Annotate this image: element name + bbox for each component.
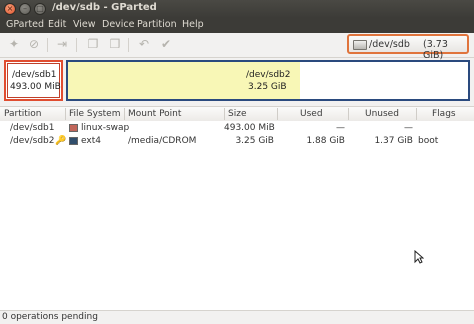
column-separator bbox=[277, 108, 278, 120]
cell-used: 1.88 GiB bbox=[306, 136, 345, 146]
mouse-cursor-icon bbox=[414, 250, 424, 264]
partition-block-sdb2[interactable]: /dev/sdb2 3.25 GiB bbox=[66, 60, 470, 101]
cell-size: 3.25 GiB bbox=[235, 136, 274, 146]
new-partition-icon[interactable]: ✦ bbox=[7, 37, 21, 51]
column-header-flags[interactable]: Flags bbox=[432, 109, 456, 119]
cell-unused: — bbox=[404, 123, 413, 133]
menu-partition[interactable]: Partition bbox=[137, 19, 177, 30]
cell-unused: 1.37 GiB bbox=[374, 136, 413, 146]
column-separator bbox=[416, 108, 417, 120]
menu-edit[interactable]: Edit bbox=[48, 19, 66, 30]
mounted-key-icon: 🔑 bbox=[55, 136, 67, 146]
operations-pending-text: 0 operations pending bbox=[2, 312, 98, 322]
partition-size: 3.25 GiB bbox=[248, 82, 287, 92]
cell-filesystem: linux-swap bbox=[81, 123, 130, 133]
harddisk-icon bbox=[353, 40, 367, 50]
minimize-window-button[interactable]: – bbox=[19, 3, 31, 15]
column-separator bbox=[65, 108, 66, 120]
column-separator bbox=[348, 108, 349, 120]
partition-size: 493.00 MiB bbox=[10, 82, 61, 92]
undo-icon[interactable]: ↶ bbox=[137, 37, 151, 51]
toolbar-separator bbox=[47, 38, 48, 52]
menu-gparted[interactable]: GParted bbox=[6, 19, 44, 30]
cell-mountpoint: /media/CDROM bbox=[128, 136, 197, 146]
column-header-unused[interactable]: Unused bbox=[365, 109, 399, 119]
cell-flags: boot bbox=[418, 136, 439, 146]
cell-filesystem: ext4 bbox=[81, 136, 101, 146]
menu-view[interactable]: View bbox=[73, 19, 96, 30]
column-header-filesystem[interactable]: File System bbox=[69, 109, 120, 119]
toolbar-separator bbox=[128, 38, 129, 52]
menu-device[interactable]: Device bbox=[102, 19, 135, 30]
filesystem-color-swatch bbox=[69, 137, 78, 145]
menu-bar: GParted Edit View Device Partition Help bbox=[0, 18, 474, 33]
device-selector[interactable]: /dev/sdb (3.73 GiB) bbox=[347, 34, 469, 61]
close-window-button[interactable]: × bbox=[4, 3, 16, 15]
resize-move-icon[interactable]: ⇥ bbox=[55, 37, 69, 51]
partition-block-sdb1[interactable]: /dev/sdb1 493.00 MiB bbox=[4, 60, 63, 101]
table-row[interactable]: /dev/sdb1 linux-swap 493.00 MiB — — bbox=[0, 122, 474, 135]
maximize-window-button[interactable]: □ bbox=[34, 3, 46, 15]
paste-icon[interactable]: ❒ bbox=[108, 37, 122, 51]
column-separator bbox=[124, 108, 125, 120]
partition-selection-outline bbox=[7, 63, 60, 98]
partition-table-header: Partition File System Mount Point Size U… bbox=[0, 106, 474, 122]
cell-partition: /dev/sdb2 bbox=[10, 136, 55, 146]
filesystem-color-swatch bbox=[69, 124, 78, 132]
toolbar-separator bbox=[76, 38, 77, 52]
copy-icon[interactable]: ❐ bbox=[86, 37, 100, 51]
title-bar: × – □ /dev/sdb - GParted bbox=[0, 0, 474, 18]
column-header-size[interactable]: Size bbox=[228, 109, 246, 119]
partition-name: /dev/sdb1 bbox=[12, 70, 57, 80]
menu-help[interactable]: Help bbox=[182, 19, 204, 30]
column-separator bbox=[224, 108, 225, 120]
column-header-mountpoint[interactable]: Mount Point bbox=[128, 109, 181, 119]
disk-map: /dev/sdb1 493.00 MiB /dev/sdb2 3.25 GiB bbox=[0, 58, 474, 104]
status-bar: 0 operations pending bbox=[0, 310, 474, 324]
partition-table: /dev/sdb1 linux-swap 493.00 MiB — — /dev… bbox=[0, 121, 474, 310]
column-header-partition[interactable]: Partition bbox=[4, 109, 42, 119]
device-name: /dev/sdb bbox=[369, 39, 410, 50]
cell-partition: /dev/sdb1 bbox=[10, 123, 55, 133]
column-header-used[interactable]: Used bbox=[300, 109, 323, 119]
window-title: /dev/sdb - GParted bbox=[52, 2, 157, 13]
cell-size: 493.00 MiB bbox=[224, 123, 275, 133]
used-space-bar bbox=[68, 62, 300, 99]
apply-icon[interactable]: ✔ bbox=[159, 37, 173, 51]
partition-name: /dev/sdb2 bbox=[246, 70, 291, 80]
table-row[interactable]: /dev/sdb2 🔑 ext4 /media/CDROM 3.25 GiB 1… bbox=[0, 135, 474, 148]
delete-icon[interactable]: ⊘ bbox=[27, 37, 41, 51]
cell-used: — bbox=[336, 123, 345, 133]
